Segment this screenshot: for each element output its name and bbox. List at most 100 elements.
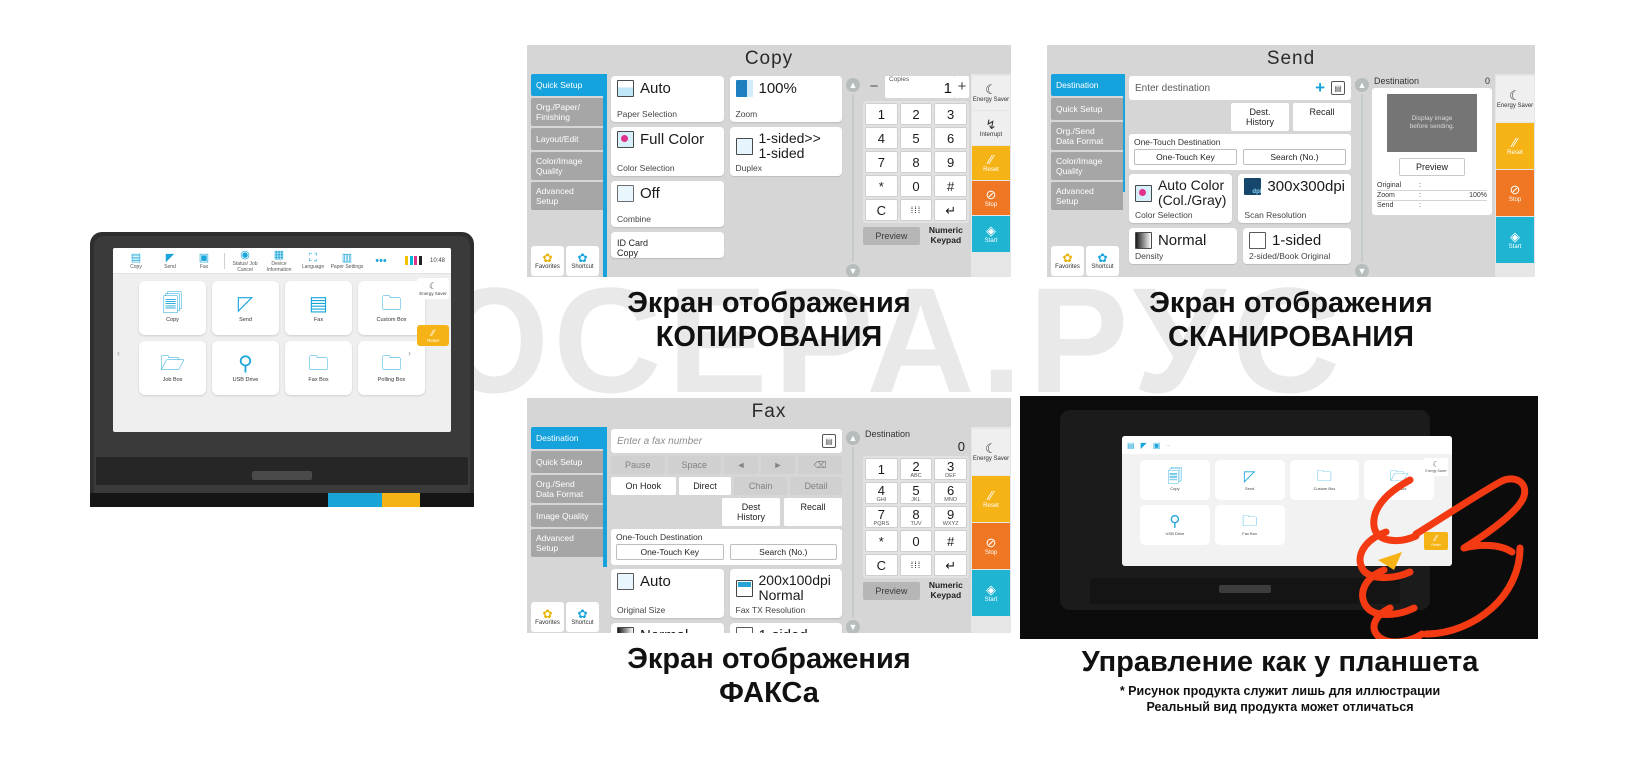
scroll-up-button[interactable]: ▲ [846,78,860,92]
tab-destination[interactable]: Destination [1051,74,1123,96]
direct-button[interactable]: Direct [678,477,732,495]
recall-button[interactable]: Recall [784,498,842,526]
add-icon[interactable]: + [1315,79,1325,96]
keypad-key[interactable]: * [865,175,898,197]
page-next-arrow[interactable]: › [408,348,411,358]
backspace-button[interactable]: ⌫ [798,456,842,474]
keypad-grid-icon[interactable]: ⁞⁞⁞ [899,554,933,576]
on-hook-button[interactable]: On Hook [611,477,676,495]
keypad-key[interactable]: * [865,530,898,552]
reset-button[interactable]: ⁄⁄ Reset [972,476,1010,522]
keypad-key[interactable]: 0 [899,530,933,552]
cursor-right-button[interactable]: ► [761,456,795,474]
energy-saver-button[interactable]: ☾ Energy Saver [972,76,1010,110]
app-tile-copy[interactable]: 🗐 Copy [1140,460,1210,500]
pause-button[interactable]: Pause [611,456,665,474]
tab-org-paper-finishing[interactable]: Org./Paper/ Finishing [531,98,603,126]
address-book-icon[interactable]: ▤ [822,434,836,448]
keypad-key[interactable]: 2 ABC [899,458,933,480]
tile-paper-selection[interactable]: Auto Paper Selection [611,76,724,122]
energy-saver-button[interactable]: ☾ Energy Saver [1496,76,1534,122]
keypad-key[interactable]: 7 PQRS [865,506,898,528]
energy-saver-button[interactable]: ☾ Energy Saver [972,429,1010,475]
app-tile-send[interactable]: ◸ Send [1214,460,1285,500]
keypad-key[interactable]: 4 GHI [865,482,898,504]
reset-button[interactable]: ⁄⁄ Reset [417,325,449,346]
topbar-item-more[interactable]: ••• [364,255,398,267]
tile-id-card-copy[interactable]: ID Card Copy [611,232,724,258]
copies-field[interactable]: Copies 1 [885,76,955,98]
keypad-key[interactable]: 4 [865,127,898,149]
keypad-key[interactable]: # [934,530,967,552]
keypad-key[interactable]: 2 [899,103,933,125]
keypad-key[interactable]: 6 MNO [934,482,967,504]
topbar-item-language[interactable]: ⛶ Language [296,252,330,270]
tile-duplex[interactable]: 1-sided>> 1-sided Duplex [729,127,842,176]
keypad-key[interactable]: 3 DEF [934,458,967,480]
shortcut-button[interactable]: ✿ Shortcut [566,246,599,276]
topbar-item-status[interactable]: ◉ Status/ Job Cancel [228,249,262,273]
keypad-key[interactable]: 8 [899,151,933,173]
tile-color-selection[interactable]: Full Color Color Selection [611,127,724,176]
keypad-key[interactable]: 7 [865,151,898,173]
tab-advanced-setup[interactable]: Advanced Setup [531,529,603,557]
tile-original-size[interactable]: Auto Original Size [611,569,724,618]
space-button[interactable]: Space [667,456,721,474]
one-touch-key-button[interactable]: One-Touch Key [1133,149,1237,165]
tab-image-quality[interactable]: Image Quality [531,505,603,527]
keypad-key[interactable]: 8 TUV [899,506,933,528]
tab-layout-edit[interactable]: Layout/Edit [531,128,603,150]
stop-button[interactable]: ⊘ Stop [972,523,1010,569]
keypad-key[interactable]: 9 [934,151,967,173]
app-tile-polling-box[interactable]: 🗀 Polling Box [358,341,425,395]
preview-button[interactable]: Preview [1399,158,1465,176]
shortcut-button[interactable]: ✿ Shortcut [566,602,599,632]
topbar-item-device-info[interactable]: ▦ Device Information [262,249,296,273]
reset-button[interactable]: ⁄⁄ Reset [1496,123,1534,169]
tab-org-send-data-format[interactable]: Org./Send Data Format [531,475,603,503]
dest-history-button[interactable]: Dest History [722,498,780,526]
keypad-key[interactable]: # [934,175,967,197]
scrollbar-track[interactable] [1361,94,1363,262]
fax-number-input[interactable]: Enter a fax number ▤ [611,429,842,453]
app-tile-job-box[interactable]: 🗁 Job Box [139,341,206,395]
preview-button[interactable]: Preview [863,227,920,245]
tile-fax-tx-resolution[interactable]: 200x100dpi Normal Fax TX Resolution [729,569,842,618]
tile-color-selection[interactable]: Auto Color (Col./Gray) Color Selection [1128,174,1233,223]
destination-input[interactable]: Enter destination + ▤ [1128,76,1351,100]
scrollbar-track[interactable] [852,94,854,262]
keypad-enter-key[interactable]: ↵ [934,199,967,221]
tab-destination[interactable]: Destination [531,427,603,449]
scrollbar-track[interactable] [852,447,854,618]
scroll-up-button[interactable]: ▲ [846,431,860,445]
tile-scan-resolution[interactable]: dpi 300x300dpi Scan Resolution [1238,174,1351,223]
favorites-button[interactable]: ✿ Favorites [531,602,564,632]
stop-button[interactable]: ⊘ Stop [1496,170,1534,216]
cursor-left-button[interactable]: ◄ [724,456,758,474]
copies-decrement-button[interactable]: − [863,76,885,98]
keypad-enter-key[interactable]: ↵ [934,554,967,576]
tab-advanced-setup[interactable]: Advanced Setup [1051,182,1123,210]
app-tile-fax-box[interactable]: 🗀 Fax Box [1214,505,1285,545]
dest-history-button[interactable]: Dest. History [1231,103,1289,131]
topbar-item-send[interactable]: ◤ Send [153,252,187,270]
keypad-key[interactable]: 1 [865,103,898,125]
scroll-down-button[interactable]: ▼ [1355,264,1369,277]
recall-button[interactable]: Recall [1293,103,1351,131]
energy-saver-button[interactable]: ☾ Energy Saver [417,278,449,299]
keypad-key[interactable]: 9 WXYZ [934,506,967,528]
detail-button[interactable]: Detail [789,477,843,495]
tab-quick-setup[interactable]: Quick Setup [531,74,603,96]
keypad-grid-icon[interactable]: ⁞⁞⁞ [899,199,933,221]
app-tile-send[interactable]: ◸ Send [212,281,279,335]
keypad-key[interactable]: 0 [899,175,933,197]
tile-combine[interactable]: Off Combine [611,181,724,227]
tab-org-send-data-format[interactable]: Org./Send Data Format [1051,122,1123,150]
tile-2sided-book-original[interactable]: 1-sided 2-sided/Book Original [1242,228,1351,264]
favorites-button[interactable]: ✿ Favorites [1051,246,1084,276]
shortcut-button[interactable]: ✿ Shortcut [1086,246,1119,276]
tab-color-image-quality[interactable]: Color/Image Quality [531,152,603,180]
tile-zoom[interactable]: 100% Zoom [729,76,842,122]
keypad-key[interactable]: 5 JKL [899,482,933,504]
copies-stepper[interactable]: − Copies 1 + [863,76,969,98]
